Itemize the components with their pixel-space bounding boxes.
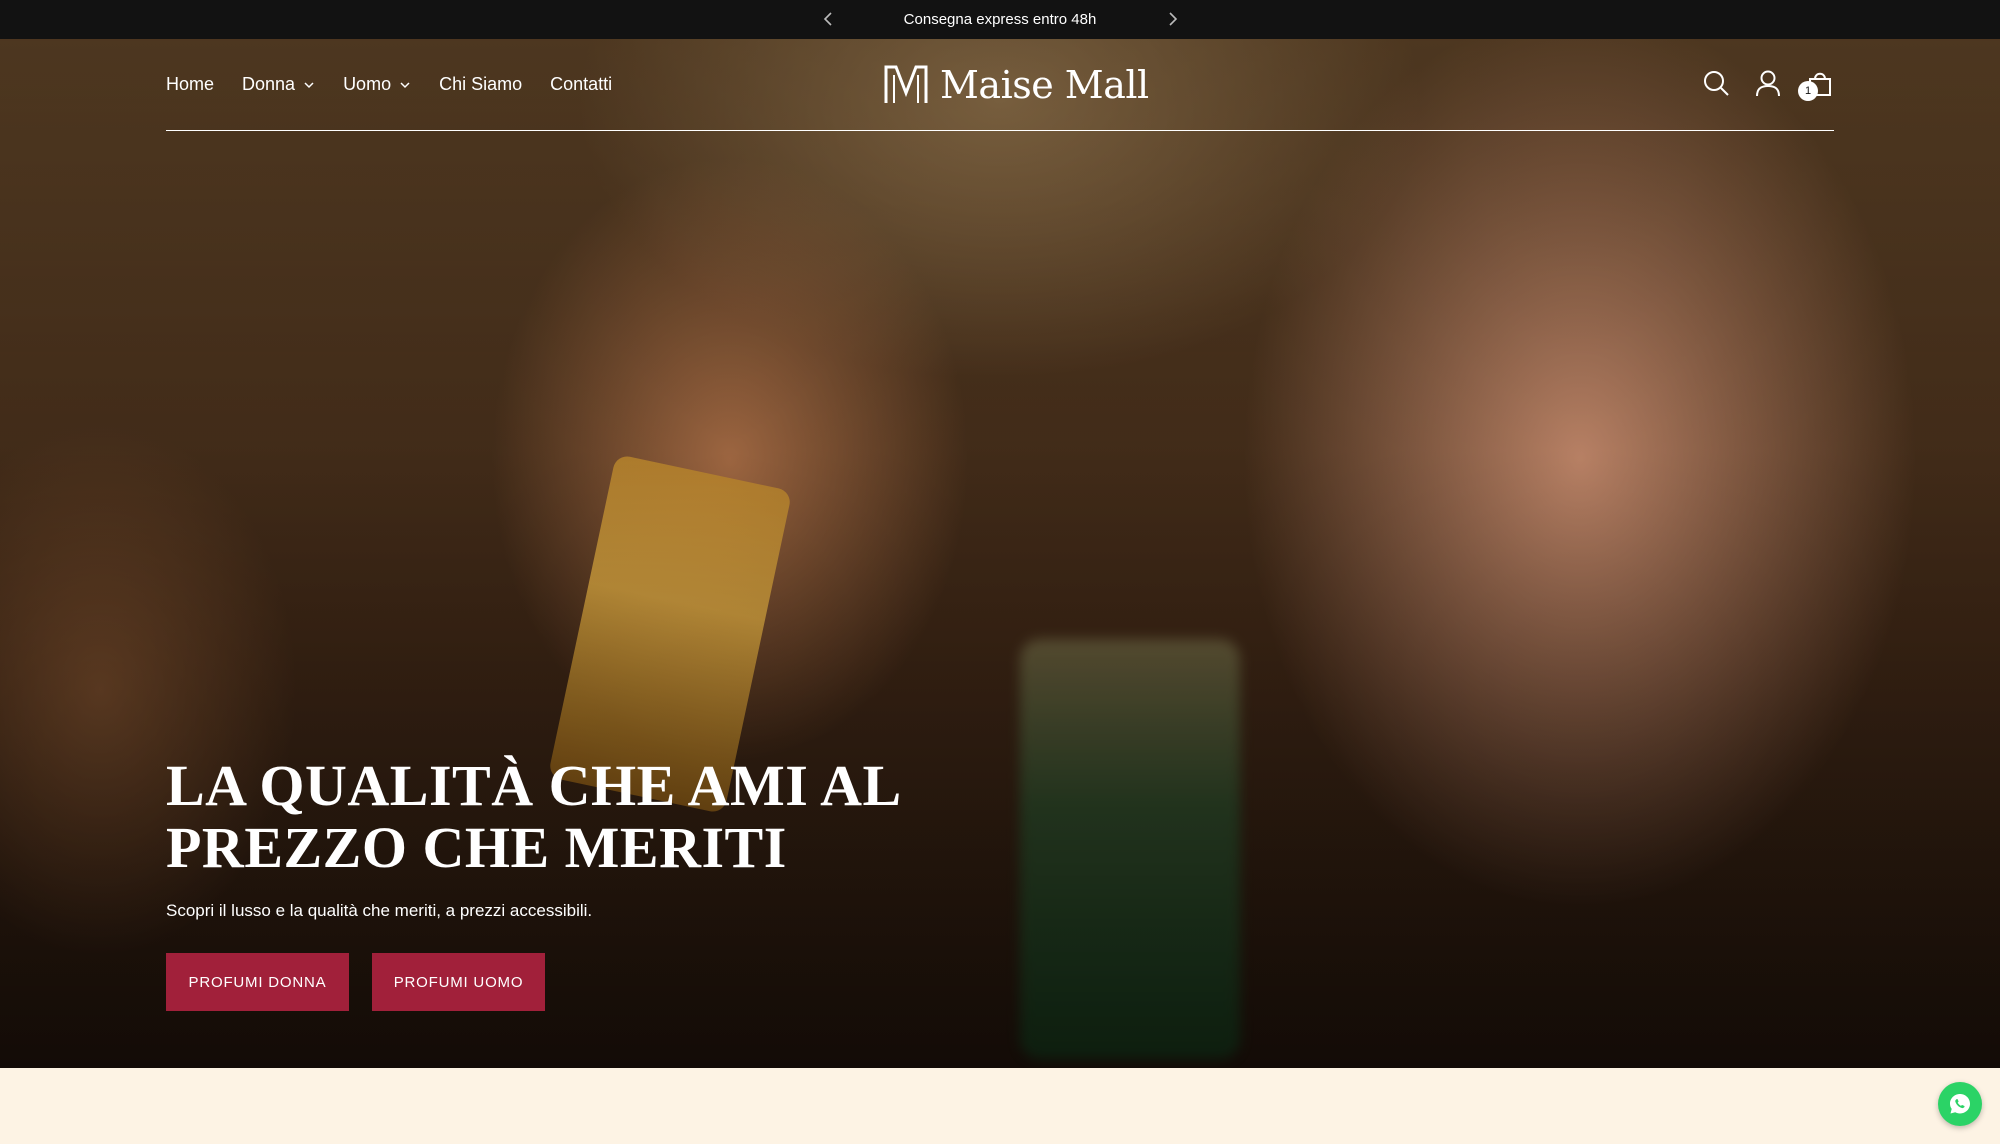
nav-uomo[interactable]: Uomo bbox=[343, 74, 411, 95]
nav-chi-siamo-label: Chi Siamo bbox=[439, 74, 523, 94]
nav-chi-siamo[interactable]: Chi Siamo bbox=[439, 74, 522, 95]
account-icon[interactable] bbox=[1754, 69, 1782, 97]
cart-count-badge: 1 bbox=[1798, 81, 1818, 101]
logo-text: Maise Mall bbox=[940, 63, 1149, 107]
whatsapp-chat-button[interactable] bbox=[1938, 1082, 1982, 1126]
search-icon[interactable] bbox=[1702, 69, 1730, 97]
nav-uomo-label: Uomo bbox=[343, 74, 392, 94]
nav-donna-label: Donna bbox=[242, 74, 296, 94]
announcement-text: Consegna express entro 48h bbox=[903, 11, 1097, 28]
profumi-donna-button[interactable]: PROFUMI DONNA bbox=[166, 953, 349, 1011]
profumi-uomo-button[interactable]: PROFUMI UOMO bbox=[372, 953, 545, 1011]
chevron-left-icon[interactable] bbox=[819, 9, 839, 29]
nav-contatti-label: Contatti bbox=[550, 74, 613, 94]
nav-home[interactable]: Home bbox=[166, 74, 214, 95]
whatsapp-icon bbox=[1950, 1094, 1970, 1114]
hero-subtitle: Scopri il lusso e la qualità che meriti,… bbox=[166, 901, 593, 920]
hero-title: LA QUALITÀ CHE AMI AL PREZZO CHE MERITI bbox=[166, 753, 899, 880]
chevron-right-icon[interactable] bbox=[1162, 9, 1182, 29]
cream-section bbox=[0, 1068, 2000, 1144]
chevron-down-icon bbox=[304, 81, 314, 88]
cart-icon[interactable]: 1 bbox=[1798, 69, 1834, 101]
logo-mark-icon bbox=[884, 65, 928, 103]
site-logo[interactable]: Maise Mall bbox=[882, 63, 1149, 107]
nav-donna[interactable]: Donna bbox=[242, 74, 315, 95]
announcement-bar: Consegna express entro 48h bbox=[0, 0, 2000, 39]
header-divider bbox=[166, 130, 1834, 131]
site-header: Home Donna Uomo Chi Siamo Contatti Maise… bbox=[166, 39, 1834, 131]
nav-home-label: Home bbox=[166, 74, 215, 94]
nav-contatti[interactable]: Contatti bbox=[550, 74, 612, 95]
main-nav: Home Donna Uomo Chi Siamo Contatti bbox=[166, 74, 612, 95]
header-icons: 1 bbox=[1702, 69, 1834, 101]
chevron-down-icon bbox=[400, 81, 410, 88]
